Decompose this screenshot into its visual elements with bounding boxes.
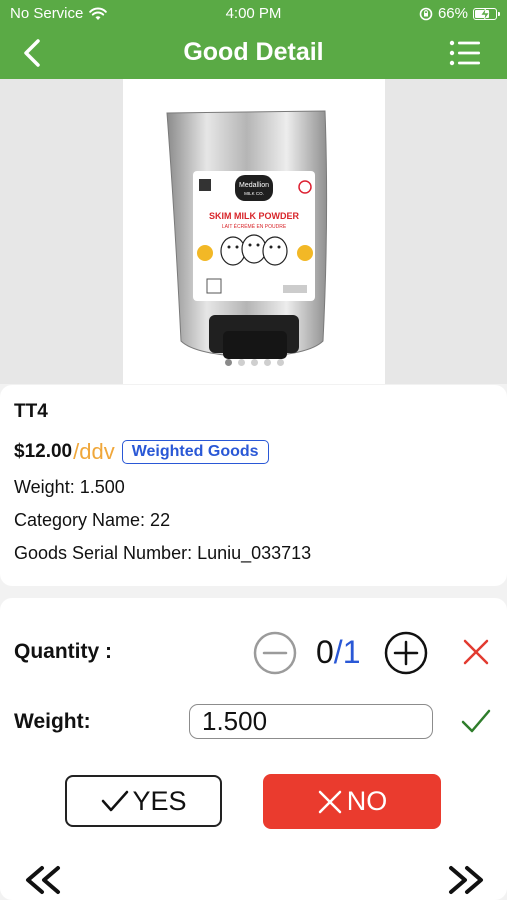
yes-button-label: YES [132, 785, 187, 816]
no-button[interactable]: NO [263, 774, 441, 829]
price-row: $12.00 /ddv Weighted Goods [14, 439, 269, 465]
gallery-page-indicator[interactable] [123, 359, 385, 366]
list-menu-icon[interactable] [449, 40, 481, 66]
no-button-label: NO [346, 786, 388, 816]
quantity-value: 0/1 [316, 634, 360, 671]
weight-input[interactable]: 1.500 [189, 704, 433, 739]
check-icon [102, 790, 129, 812]
page-title: Good Detail [183, 38, 324, 66]
item-info-card: TT4 $12.00 /ddv Weighted Goods Weight: 1… [0, 385, 507, 586]
confirm-weight-check-icon[interactable] [460, 706, 492, 736]
battery-percent: 66% [437, 5, 468, 22]
gallery-dot[interactable] [263, 359, 271, 366]
quantity-current: 0 [316, 634, 334, 670]
yes-button[interactable]: YES [65, 775, 222, 827]
quantity-separator: / [333, 634, 343, 670]
item-unit: /ddv [73, 439, 115, 464]
product-image: Medallion MILK CO. SKIM MILK POWDER LAIT… [123, 79, 385, 384]
quantity-weight-card: Quantity : 0/1 Weight: 1.500 YES NO [0, 598, 507, 900]
bag-product-text: SKIM MILK POWDER [209, 211, 299, 221]
gallery-dot[interactable] [224, 359, 232, 366]
gallery-dot[interactable] [250, 359, 258, 366]
gallery-dot[interactable] [276, 359, 284, 366]
close-icon [318, 790, 341, 813]
quantity-total: 1 [342, 634, 361, 670]
weight-label: Weight: [14, 710, 91, 733]
previous-item-double-chevron-icon[interactable] [22, 864, 66, 896]
orientation-lock-icon [419, 7, 433, 20]
weighted-goods-badge: Weighted Goods [121, 440, 269, 464]
decrease-quantity-button[interactable] [253, 631, 297, 675]
gallery-dot[interactable] [237, 359, 245, 366]
item-price: $12.00 [14, 441, 73, 462]
status-bar: No Service 4:00 PM 66% [0, 0, 507, 26]
item-serial-number: Goods Serial Number: Luniu_033713 [14, 543, 312, 563]
milk-powder-bag-illustration: Medallion MILK CO. SKIM MILK POWDER LAIT… [166, 110, 328, 359]
next-item-double-chevron-icon[interactable] [443, 864, 487, 896]
quantity-label: Quantity : [14, 640, 112, 663]
battery-icon [473, 7, 500, 20]
status-right: 66% [419, 5, 500, 22]
product-gallery[interactable]: Medallion MILK CO. SKIM MILK POWDER LAIT… [0, 79, 507, 384]
bag-brand-text: Medallion [239, 182, 269, 189]
clear-quantity-close-icon[interactable] [462, 638, 490, 666]
item-name: TT4 [14, 401, 48, 422]
nav-bar: Good Detail [0, 26, 507, 79]
item-category: Category Name: 22 [14, 510, 171, 530]
bag-product-fr-text: LAIT ÉCRÉMÉ EN POUDRE [222, 223, 287, 230]
bag-brand-sub-text: MILK CO. [244, 191, 264, 196]
increase-quantity-button[interactable] [384, 631, 428, 675]
item-weight: Weight: 1.500 [14, 477, 125, 497]
